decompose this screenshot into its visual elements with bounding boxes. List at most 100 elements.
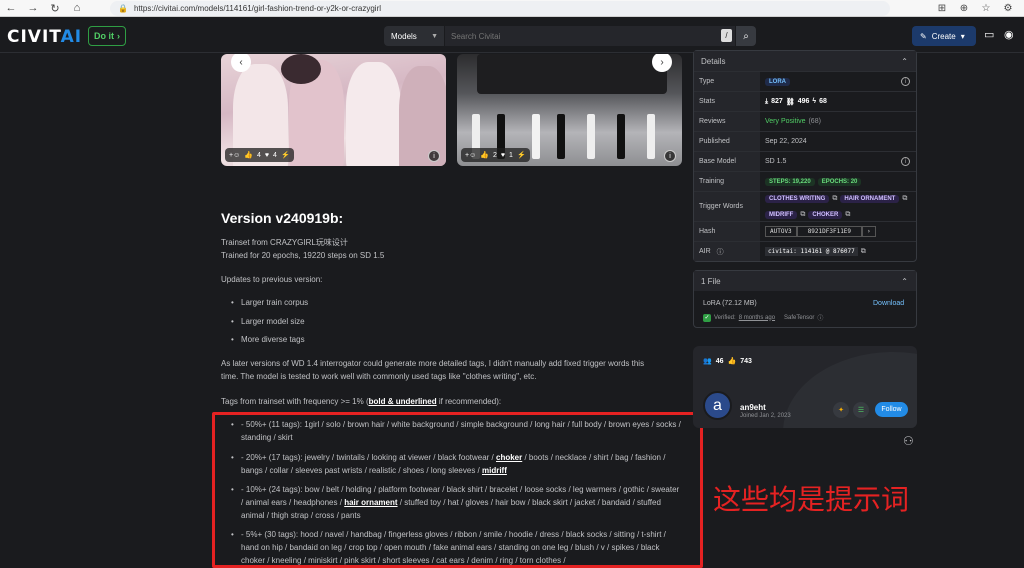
trigger-word[interactable]: CLOTHES WRITING [765, 194, 830, 203]
chevron-up-icon: ⌃ [901, 276, 908, 286]
search-input[interactable] [445, 26, 735, 46]
civitai-logo[interactable]: CIVITAI [7, 27, 82, 47]
image-reactions[interactable]: +☺ 👍 2 ♥ 1 ⚡ [461, 148, 530, 162]
forward-icon[interactable]: → [22, 0, 44, 17]
copy-icon[interactable]: ⧉ [832, 195, 837, 203]
trigger-word[interactable]: MIDRIFF [765, 210, 798, 219]
site-header: CIVITAI Do it› Models▼ / ⌕ ✎Create▾ ▭ ◉ [0, 18, 1024, 53]
detail-row-reviews: Reviews Very Positive (68) [694, 111, 916, 131]
zoom-icon[interactable]: ⊕ [956, 3, 972, 14]
image-info-icon[interactable]: i [428, 150, 440, 162]
link-icon: ⛓ [785, 98, 795, 106]
pencil-icon: ✎ [920, 31, 927, 41]
version-title: Version v240919b: [221, 210, 344, 226]
download-icon: ⤓ [765, 97, 769, 105]
url-text: https://civitai.com/models/114161/girl-f… [133, 4, 382, 13]
users-icon: 👥 [703, 358, 712, 365]
type-badge: LORA [765, 77, 790, 86]
user-check-icon[interactable]: ⚇ [903, 434, 914, 448]
list-item: More diverse tags [231, 335, 305, 344]
monitor-icon[interactable]: ▭ [984, 28, 994, 41]
bolt-icon: 👍 [244, 152, 253, 159]
air-value[interactable]: civitai: 114161 @ 876077 [765, 247, 858, 256]
info-icon[interactable]: i [901, 77, 910, 86]
back-icon[interactable]: ← [0, 0, 22, 17]
reload-icon[interactable]: ↻ [44, 0, 66, 17]
next-image-arrow[interactable]: › [652, 54, 672, 72]
search-button[interactable]: ⌕ [736, 26, 756, 46]
star-icon[interactable]: ☆ [978, 3, 994, 14]
steps-badge: STEPS: 19,220 [765, 177, 815, 186]
trained-line: Trained for 20 epochs, 19220 steps on SD… [221, 251, 385, 260]
verified-icon: ✓ [703, 313, 711, 322]
image-reactions[interactable]: +☺ 👍 4 ♥ 4 ⚡ [225, 148, 294, 162]
copy-icon[interactable]: ⧉ [800, 211, 805, 219]
reviews-link[interactable]: Very Positive [765, 118, 805, 125]
heart-icon: ♥ [500, 151, 506, 159]
model-image-right[interactable]: › +☺ 👍 2 ♥ 1 ⚡ i [457, 54, 682, 166]
epochs-badge: EPOCHS: 20 [817, 177, 862, 186]
avatar[interactable]: a [703, 391, 732, 420]
follow-button[interactable]: Follow [875, 402, 908, 417]
add-reaction-icon[interactable]: +☺ [229, 152, 240, 159]
trainset-line: Trainset from CRAZYGIRL玩味设计 [221, 238, 348, 247]
thumbs-up-icon: 👍 [727, 358, 737, 365]
heart-icon: ♥ [264, 151, 270, 159]
create-button[interactable]: ✎ Create ▾ [912, 26, 976, 46]
updates-heading: Updates to previous version: [221, 275, 323, 284]
copy-icon[interactable]: ⧉ [902, 195, 907, 203]
list-item: Larger train corpus [231, 298, 308, 307]
eye-icon[interactable]: ◉ [1004, 28, 1014, 41]
details-header[interactable]: Details ⌃ [694, 51, 916, 71]
note-line-1: As later versions of WD 1.4 interrogator… [221, 359, 645, 368]
frequency-heading: Tags from trainset with frequency >= 1% … [221, 397, 502, 406]
annotation-box [212, 412, 703, 568]
list-item: Larger model size [231, 317, 305, 326]
trigger-word[interactable]: CHOKER [808, 210, 843, 219]
annotation-text: 这些均是提示词 [713, 483, 910, 516]
download-link[interactable]: Download [873, 300, 904, 307]
search-icon: ⌕ [743, 30, 749, 42]
info-icon[interactable]: ⓘ [717, 247, 724, 257]
detail-row-hash: Hash AUTOV3 8921DF3F11E9 › [694, 221, 916, 241]
models-select[interactable]: Models ▼ [384, 26, 444, 46]
files-header[interactable]: 1 File ⌃ [694, 271, 916, 291]
browser-toolbar: ← → ↻ ⌂ 🔒 https://civitai.com/models/114… [0, 0, 1024, 17]
hash-value[interactable]: 8921DF3F11E9 [796, 226, 863, 237]
address-bar[interactable]: 🔒 https://civitai.com/models/114161/girl… [110, 1, 890, 16]
info-icon[interactable]: ⓘ [817, 313, 823, 322]
extensions-icon[interactable]: ⊞ [934, 3, 950, 14]
creator-name[interactable]: an9eht [740, 403, 766, 412]
detail-row-trigger-words: Trigger Words CLOTHES WRITING ⧉ HAIR ORNA… [694, 191, 916, 221]
hash-algo-select[interactable]: AUTOV3 [765, 226, 797, 237]
copy-icon[interactable]: ⧉ [861, 248, 866, 256]
details-panel: Details ⌃ Type LORA i Stats ⤓ 827 ⛓ 496 ϟ 68… [693, 50, 917, 262]
detail-row-training: Training STEPS: 19,220 EPOCHS: 20 [694, 171, 916, 191]
chat-button[interactable]: ☰ [853, 402, 869, 418]
image-info-icon[interactable]: i [664, 150, 676, 162]
creator-card: 👥 46 👍 743 a an9eht Joined Jan 2, 2023 ✦ ☰… [693, 346, 917, 428]
do-it-button[interactable]: Do it › [88, 26, 126, 46]
thumbs-up-icon: 👍 [480, 152, 489, 159]
info-icon[interactable]: i [901, 157, 910, 166]
detail-row-type: Type LORA i [694, 71, 916, 91]
chevron-down-icon: ▾ [960, 31, 965, 41]
settings-icon[interactable]: ⚙ [1000, 3, 1016, 14]
tip-icon: ⚡ [280, 152, 290, 159]
bolt-icon: ϟ [812, 98, 817, 105]
creator-joined: Joined Jan 2, 2023 [740, 413, 791, 419]
copy-icon[interactable]: ⧉ [845, 211, 850, 219]
note-line-2: time. The model is tested to work well w… [221, 372, 537, 381]
tip-icon: ⚡ [516, 152, 526, 159]
detail-row-published: Published Sep 22, 2024 [694, 131, 916, 151]
add-reaction-icon[interactable]: +☺ [465, 152, 476, 159]
detail-row-stats: Stats ⤓ 827 ⛓ 496 ϟ 68 [694, 91, 916, 111]
chevron-right-icon[interactable]: › [862, 226, 876, 237]
trigger-word[interactable]: HAIR ORNAMENT [840, 194, 900, 203]
model-image-left[interactable]: ‹ +☺ 👍 4 ♥ 4 ⚡ i [221, 54, 446, 166]
home-icon[interactable]: ⌂ [66, 0, 88, 17]
chevron-down-icon: ▼ [431, 32, 438, 40]
detail-row-air: AIR ⓘ civitai: 114161 @ 876077 ⧉ [694, 241, 916, 261]
tip-button[interactable]: ✦ [833, 402, 849, 418]
detail-row-base-model: Base Model SD 1.5 i [694, 151, 916, 171]
